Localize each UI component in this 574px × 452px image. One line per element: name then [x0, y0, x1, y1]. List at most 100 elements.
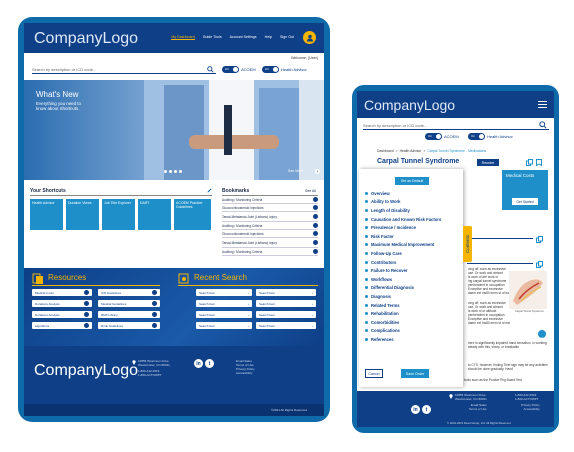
acoem-toggle[interactable]: On ACOEM	[425, 133, 459, 140]
phone-line[interactable]: 1-800-ACTOWPT	[138, 373, 170, 377]
mobile-search-input[interactable]: Search by description or ICD code...	[363, 121, 549, 130]
linkedin-icon[interactable]: in	[194, 359, 203, 368]
health-advisor-toggle[interactable]: On Health Advisor	[468, 133, 513, 140]
chevron-right-icon[interactable]	[313, 240, 318, 245]
menu-item-workflows[interactable]: Workflows	[365, 275, 441, 284]
cancel-button[interactable]: Cancel	[365, 369, 383, 378]
nav-guide-tools[interactable]: Guide Tools	[203, 35, 222, 40]
recent-search-item[interactable]: Search Item ›	[196, 311, 252, 318]
resource-button[interactable]: Medical Costs	[32, 289, 92, 296]
recent-search-item[interactable]: Search Item ›	[196, 289, 252, 296]
chevron-right-icon[interactable]	[313, 205, 318, 210]
menu-item-complications[interactable]: Complications	[365, 327, 441, 336]
search-icon[interactable]	[207, 65, 214, 73]
menu-item-diagnosis[interactable]: Diagnosis	[365, 292, 441, 301]
search-icon[interactable]	[539, 121, 547, 129]
hero-see-more[interactable]: See More	[288, 169, 303, 173]
linkedin-icon[interactable]: in	[411, 405, 420, 414]
edit-pencil-icon[interactable]	[207, 188, 212, 193]
bookmark-item[interactable]: Glucocorticosteroid Injections	[222, 230, 318, 238]
bookmark-item[interactable]: Glucocorticosteroid Injections	[222, 204, 318, 212]
nav-help[interactable]: Help	[265, 35, 272, 40]
health-switch[interactable]: On	[468, 133, 485, 140]
reorder-button[interactable]: Reorder	[477, 159, 499, 166]
menu-item-related-terms[interactable]: Related Terms	[365, 301, 441, 310]
copy-icon[interactable]	[526, 159, 533, 166]
shortcut-health-advisor[interactable]: Health Advisor	[30, 199, 63, 230]
chevron-right-icon[interactable]	[313, 197, 318, 202]
desktop-logo[interactable]: CompanyLogo	[34, 30, 138, 48]
resource-button[interactable]: ICD Guidelines	[98, 289, 160, 296]
resource-button[interactable]: RMS Library	[98, 311, 160, 318]
resource-button[interactable]: Drink Guidelines	[98, 322, 160, 329]
menu-item-mmi[interactable]: Maximum Medical Improvement	[365, 241, 441, 250]
breadcrumb-dashboard[interactable]: Dashboard	[377, 149, 394, 153]
bookmark-icon[interactable]	[536, 159, 542, 166]
hero-banner[interactable]: What's New Everything you need to know a…	[24, 80, 324, 180]
chevron-right-icon[interactable]	[313, 214, 318, 219]
acoem-toggle[interactable]: On ACOEM	[222, 66, 256, 73]
recent-search-item[interactable]: Search Item ›	[256, 289, 316, 296]
menu-item-comorbidities[interactable]: Comorbidities	[365, 318, 441, 327]
menu-item-rehabilitation[interactable]: Rehabilitation	[365, 309, 441, 318]
copy-icon[interactable]	[536, 236, 543, 243]
bookmark-item[interactable]: Tarsal-Metatarsal Joint (Lisfranc) Injur…	[222, 238, 318, 248]
chevron-right-icon[interactable]	[313, 223, 318, 228]
dot[interactable]	[179, 170, 182, 173]
health-switch[interactable]: On	[262, 66, 279, 73]
recent-search-item[interactable]: Search Item ›	[196, 300, 252, 307]
nav-dashboard[interactable]: My Dashboard	[171, 35, 195, 40]
mobile-logo[interactable]: CompanyLogo	[364, 97, 455, 113]
dot[interactable]	[174, 170, 177, 173]
chevron-right-icon[interactable]	[315, 169, 320, 174]
bookmark-item[interactable]: Auditing / Monitoring Criteria	[222, 248, 318, 256]
menu-item-overview[interactable]: Overview	[365, 189, 441, 198]
footer-link[interactable]: Accessibility	[521, 407, 539, 411]
contents-tab[interactable]: Contents	[463, 226, 472, 262]
menu-item-risk-factor[interactable]: Risk Factor	[365, 232, 441, 241]
nav-sign-out[interactable]: Sign Out	[280, 35, 294, 40]
phone-line[interactable]: 1-800-ACTOWPT	[515, 397, 539, 401]
menu-item-ability-to-work[interactable]: Ability to Work	[365, 198, 441, 207]
desktop-search-input[interactable]: Search by description or ICD code...	[32, 65, 216, 74]
shortcut-acoem-guidelines[interactable]: ACOEM Practice Guidelines	[174, 199, 211, 230]
menu-item-causation[interactable]: Causation and Known Risk Factors	[365, 215, 441, 224]
menu-item-follow-up-care[interactable]: Follow-Up Care	[365, 249, 441, 258]
recent-search-item[interactable]: Search Item ›	[256, 300, 316, 307]
shortcut-duration-views[interactable]: Duration Views	[66, 199, 99, 230]
acoem-switch[interactable]: On	[425, 133, 442, 140]
shortcut-dart[interactable]: DART	[138, 199, 171, 230]
menu-item-failure-to-recover[interactable]: Failure to Recover	[365, 266, 441, 275]
carousel-dots[interactable]	[164, 170, 182, 173]
save-order-button[interactable]: Save Order	[401, 369, 429, 378]
recent-search-item[interactable]: Search Item ›	[256, 322, 316, 329]
shortcut-job-title-explorer[interactable]: Job Title Explorer	[102, 199, 135, 230]
breadcrumb-health-advisor[interactable]: Health Advisor	[400, 149, 422, 153]
menu-item-contributors[interactable]: Contributors	[365, 258, 441, 267]
user-avatar-icon[interactable]	[303, 31, 316, 44]
hamburger-menu-icon[interactable]	[538, 101, 547, 108]
twitter-icon[interactable]: t	[205, 359, 214, 368]
menu-item-references[interactable]: References	[365, 335, 441, 344]
dot[interactable]	[164, 170, 167, 173]
menu-item-prevalence[interactable]: Prevalence / Incidence	[365, 223, 441, 232]
set-default-button[interactable]: Set as Default	[395, 177, 429, 185]
resource-button[interactable]: Durations Analysis	[32, 311, 92, 318]
twitter-icon[interactable]: t	[422, 405, 431, 414]
recent-search-item[interactable]: Search Item ›	[196, 322, 252, 329]
chevron-right-icon[interactable]	[313, 231, 318, 236]
bookmark-item[interactable]: Auditing / Monitoring Criteria	[222, 196, 318, 204]
chevron-right-icon[interactable]	[313, 249, 318, 254]
scroll-up-button[interactable]	[537, 329, 547, 341]
copy-icon[interactable]	[536, 261, 543, 268]
bookmark-item[interactable]: Auditing / Monitoring Criteria	[222, 222, 318, 230]
menu-item-length-of-disability[interactable]: Length of Disability	[365, 206, 441, 215]
recent-search-item[interactable]: Search Item ›	[256, 311, 316, 318]
bookmarks-see-all[interactable]: See All	[305, 189, 316, 193]
bookmark-item[interactable]: Tarsal-Metatarsal Joint (Lisfranc) Injur…	[222, 212, 318, 222]
resource-button[interactable]: Durations Analysis	[32, 300, 92, 307]
health-advisor-toggle[interactable]: On Health Advisor	[262, 66, 307, 73]
menu-item-differential-diagnosis[interactable]: Differential Diagnosis	[365, 284, 441, 293]
resource-button[interactable]: Medical Guidelines	[98, 300, 160, 307]
nav-account-settings[interactable]: Account Settings	[230, 35, 257, 40]
